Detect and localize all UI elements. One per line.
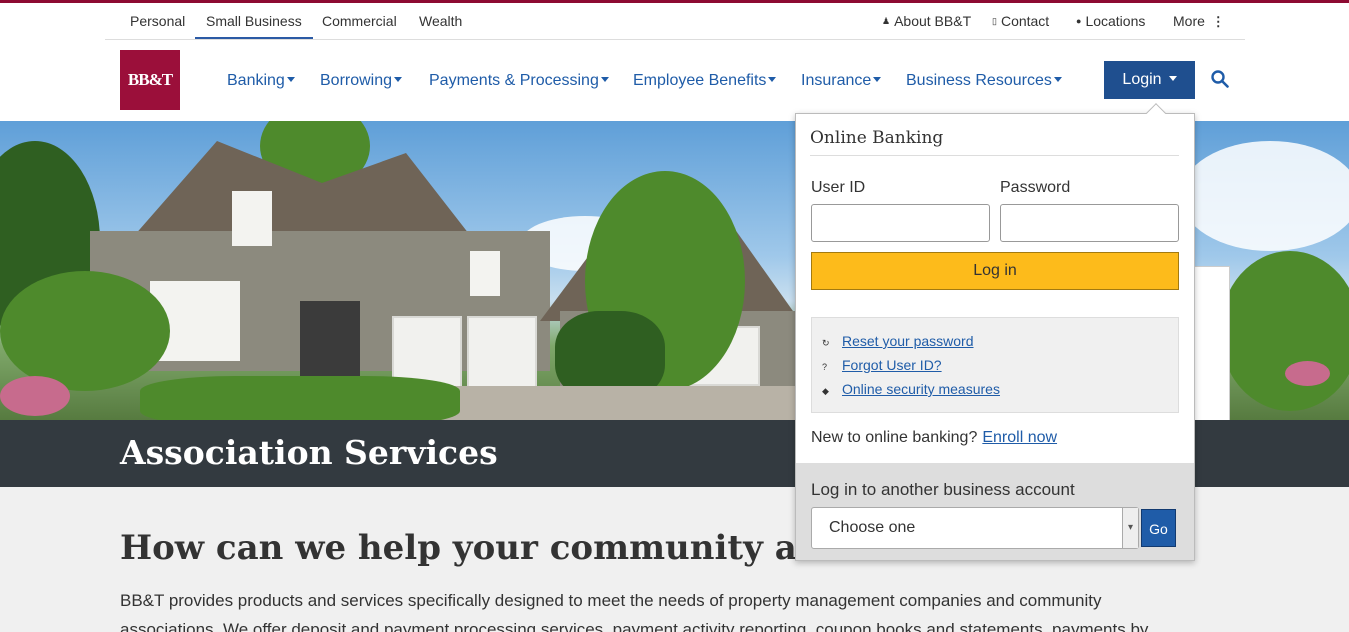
nav-business-resources[interactable]: Business Resources	[906, 68, 1062, 94]
forgot-user-id-link[interactable]: Forgot User ID?	[842, 357, 942, 373]
refresh-icon: ↻	[822, 338, 830, 348]
contact-label: Contact	[1000, 13, 1050, 29]
nav-insurance-label: Insurance	[801, 72, 872, 89]
password-input[interactable]	[1000, 204, 1179, 242]
segment-wealth[interactable]: Wealth	[419, 3, 462, 39]
person-icon: ♟	[882, 16, 891, 26]
phone-icon: ▯	[992, 16, 997, 26]
nav-insurance[interactable]: Insurance	[801, 68, 882, 94]
nav-business-resources-label: Business Resources	[906, 72, 1052, 89]
another-account-section: Log in to another business account Choos…	[796, 463, 1194, 560]
login-button[interactable]: Login	[1104, 61, 1195, 99]
new-to-banking-line: New to online banking? Enroll now	[811, 429, 1057, 447]
login-label: Login	[1122, 71, 1162, 88]
new-to-banking-text: New to online banking?	[811, 429, 978, 446]
search-icon[interactable]	[1211, 70, 1229, 88]
nav-employee-benefits[interactable]: Employee Benefits	[633, 68, 777, 94]
more-menu[interactable]: More ⋮	[1173, 3, 1225, 39]
nav-banking[interactable]: Banking	[227, 68, 295, 94]
hero-side-card	[1190, 266, 1230, 436]
segment-small-business[interactable]: Small Business	[195, 3, 313, 39]
user-id-label: User ID	[811, 179, 866, 196]
about-link[interactable]: ♟ About BB&T	[882, 3, 971, 39]
login-dropdown: Online Banking User ID Password Log in ↻…	[795, 113, 1195, 561]
shield-icon: ◆	[822, 386, 829, 396]
divider	[810, 155, 1179, 156]
about-label: About BB&T	[894, 13, 972, 29]
segment-personal[interactable]: Personal	[130, 3, 185, 39]
intro-paragraph-line-2: associations. We offer deposit and payme…	[120, 620, 1149, 632]
chevron-down-icon: ▾	[1122, 508, 1138, 548]
nav-banking-label: Banking	[227, 72, 285, 89]
nav-payments-processing[interactable]: Payments & Processing	[429, 68, 609, 94]
locations-label: Locations	[1085, 13, 1146, 29]
utility-nav: Personal Small Business Commercial Wealt…	[105, 3, 1245, 40]
go-button[interactable]: Go	[1141, 509, 1176, 547]
help-links-box: ↻ Reset your password ? Forgot User ID? ◆ O…	[811, 317, 1179, 413]
caret-down-icon	[394, 77, 403, 82]
nav-employee-label: Employee Benefits	[633, 72, 767, 89]
forgot-user-id-item: ? Forgot User ID?	[822, 357, 942, 373]
caret-down-icon	[1053, 77, 1062, 82]
password-label: Password	[1000, 179, 1071, 196]
nav-borrowing-label: Borrowing	[320, 72, 393, 89]
user-id-input[interactable]	[811, 204, 990, 242]
kebab-icon: ⋮	[1211, 14, 1225, 29]
bbt-logo[interactable]: BB&T	[120, 50, 180, 110]
segment-commercial[interactable]: Commercial	[322, 3, 397, 39]
reset-password-item: ↻ Reset your password	[822, 333, 974, 349]
online-banking-title: Online Banking	[810, 128, 944, 148]
nav-borrowing[interactable]: Borrowing	[320, 68, 403, 94]
intro-paragraph-line-1: BB&T provides products and services spec…	[120, 591, 1102, 610]
map-pin-icon: ●	[1076, 16, 1082, 26]
page-title: Association Services	[120, 433, 498, 472]
caret-down-icon	[873, 77, 882, 82]
caret-down-icon	[1168, 76, 1177, 81]
contact-link[interactable]: ▯ Contact	[992, 3, 1049, 39]
caret-down-icon	[768, 77, 777, 82]
log-in-submit-button[interactable]: Log in	[811, 252, 1179, 290]
account-select-value: Choose one	[829, 519, 916, 536]
account-select[interactable]: Choose one ▾	[811, 507, 1139, 549]
locations-link[interactable]: ● Locations	[1076, 3, 1145, 39]
enroll-now-link[interactable]: Enroll now	[982, 429, 1057, 446]
more-label: More	[1173, 13, 1205, 29]
caret-down-icon	[600, 77, 609, 82]
nav-payments-label: Payments & Processing	[429, 72, 599, 89]
security-measures-link[interactable]: Online security measures	[842, 381, 1000, 397]
another-account-label: Log in to another business account	[811, 480, 1075, 499]
reset-password-link[interactable]: Reset your password	[842, 333, 974, 349]
caret-down-icon	[286, 77, 295, 82]
security-measures-item: ◆ Online security measures	[822, 381, 1000, 397]
question-icon: ?	[822, 362, 828, 372]
